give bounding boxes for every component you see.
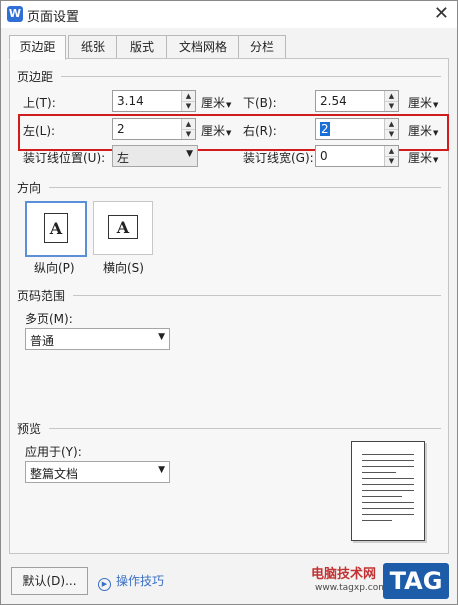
preview-text-line — [362, 520, 392, 521]
preview-text-line — [362, 466, 414, 467]
watermark-url: www.tagxp.com — [315, 583, 387, 593]
margins-section-title: 页边距 — [17, 70, 54, 84]
caret-down-icon: ▼ — [158, 332, 165, 342]
watermark-text: 电脑技术网 — [311, 567, 377, 582]
top-margin-input[interactable]: 3.14 ▲ ▼ — [112, 90, 196, 112]
preview-text-line — [362, 472, 396, 473]
spin-down-icon[interactable]: ▼ — [182, 101, 195, 111]
preview-text-line — [362, 496, 402, 497]
preview-text-line — [362, 508, 414, 509]
tab-layout[interactable]: 版式 — [116, 35, 168, 59]
multiple-pages-select[interactable]: 普通 ▼ — [25, 328, 170, 350]
bottom-margin-unit-dropdown[interactable]: 厘米▼ — [408, 94, 438, 111]
title-bar: W 页面设置 ✕ — [1, 1, 457, 28]
page-preview — [351, 441, 425, 541]
page-range-divider — [73, 295, 441, 296]
tab-margins[interactable]: 页边距 — [9, 35, 66, 60]
preview-divider — [49, 428, 441, 429]
preview-text-line — [362, 478, 414, 479]
preview-text-line — [362, 502, 414, 503]
preview-section-title: 预览 — [17, 422, 42, 436]
bottom-margin-label: 下(B): — [243, 96, 277, 110]
orientation-section-title: 方向 — [17, 181, 42, 195]
preview-text-line — [362, 484, 414, 485]
landscape-page-icon: A — [108, 215, 138, 239]
landscape-label: 横向(S) — [103, 261, 144, 275]
top-margin-value: 3.14 — [117, 94, 144, 108]
tab-columns[interactable]: 分栏 — [238, 35, 286, 59]
top-margin-label: 上(T): — [23, 96, 56, 110]
top-margin-unit-dropdown[interactable]: 厘米▼ — [201, 94, 231, 111]
wps-writer-icon: W — [7, 6, 23, 22]
gutter-width-label: 装订线宽(G): — [243, 151, 314, 165]
caret-down-icon: ▼ — [226, 101, 232, 109]
page-setup-dialog: W 页面设置 ✕ 页边距 纸张 版式 文档网格 分栏 页边距 上(T): 3.1… — [0, 0, 458, 605]
apply-to-select[interactable]: 整篇文档 ▼ — [25, 461, 170, 483]
margins-divider — [61, 76, 441, 77]
tab-document-grid[interactable]: 文档网格 — [166, 35, 240, 59]
preview-text-line — [362, 460, 414, 461]
spin-down-icon[interactable]: ▼ — [385, 101, 398, 111]
portrait-option[interactable]: A — [25, 201, 87, 257]
gutter-position-select[interactable]: 左 ▼ — [112, 145, 198, 167]
bottom-margin-input[interactable]: 2.54 ▲ ▼ — [315, 90, 399, 112]
caret-down-icon: ▼ — [433, 101, 439, 109]
default-button[interactable]: 默认(D)... — [11, 567, 88, 595]
landscape-option[interactable]: A — [93, 201, 153, 255]
preview-text-line — [362, 490, 414, 491]
spin-down-icon[interactable]: ▼ — [385, 156, 398, 166]
caret-down-icon: ▼ — [158, 465, 165, 475]
play-circle-icon: ▶ — [98, 578, 111, 591]
tab-paper[interactable]: 纸张 — [68, 35, 118, 59]
gutter-position-label: 装订线位置(U): — [23, 151, 106, 165]
portrait-label: 纵向(P) — [34, 261, 75, 275]
multiple-pages-label: 多页(M): — [25, 312, 73, 326]
preview-text-line — [362, 514, 414, 515]
gutter-width-input[interactable]: 0 ▲ ▼ — [315, 145, 399, 167]
gutter-width-value: 0 — [320, 149, 328, 163]
close-icon[interactable]: ✕ — [434, 3, 449, 24]
dialog-title: 页面设置 — [27, 10, 80, 25]
caret-down-icon: ▼ — [433, 156, 439, 164]
apply-to-label: 应用于(Y): — [25, 445, 82, 459]
bottom-margin-value: 2.54 — [320, 94, 347, 108]
operation-tips-link[interactable]: ▶ 操作技巧 — [98, 572, 164, 591]
portrait-page-icon: A — [44, 213, 68, 243]
orientation-divider — [49, 187, 441, 188]
preview-text-line — [362, 454, 414, 455]
tag-watermark-logo: TAG — [383, 563, 449, 599]
caret-down-icon: ▼ — [186, 149, 193, 159]
page-range-section-title: 页码范围 — [17, 289, 66, 303]
gutter-width-unit-dropdown[interactable]: 厘米▼ — [408, 149, 438, 166]
